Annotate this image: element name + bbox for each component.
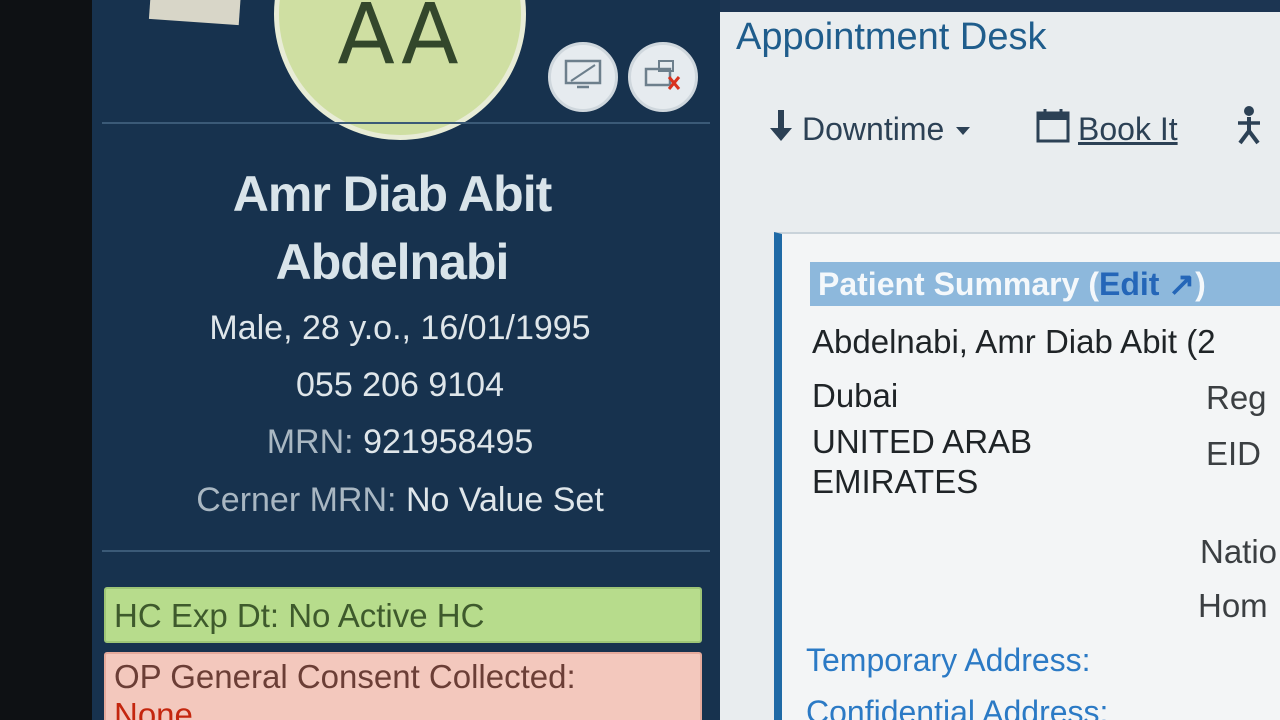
summary-country-line2: EMIRATES bbox=[812, 463, 979, 500]
disconnected-device-icon bbox=[643, 57, 683, 97]
patient-cerner-mrn: Cerner MRN: No Value Set bbox=[92, 480, 708, 520]
monitor-icon bbox=[563, 57, 603, 97]
consent-label: OP General Consent Collected: bbox=[114, 658, 576, 695]
downtime-label: Downtime bbox=[802, 110, 945, 147]
person-walking-icon bbox=[1232, 105, 1266, 153]
book-it-button[interactable]: Book It bbox=[1036, 106, 1178, 152]
monitor-button[interactable] bbox=[548, 42, 618, 112]
walk-in-button[interactable] bbox=[1232, 106, 1266, 152]
patient-summary-panel: Patient Summary (Edit ↗) Abdelnabi, Amr … bbox=[774, 232, 1280, 720]
calendar-icon bbox=[1036, 107, 1070, 151]
summary-country: UNITED ARAB EMIRATES bbox=[812, 422, 1032, 502]
confidential-address-link[interactable]: Confidential Address: bbox=[806, 694, 1108, 720]
page-title: Appointment Desk bbox=[736, 16, 1047, 58]
appointment-desk: Appointment Desk Downtime Book It Patien… bbox=[720, 0, 1280, 720]
hc-expiry-alert[interactable]: HC Exp Dt: No Active HC bbox=[104, 587, 702, 643]
edit-link[interactable]: Edit bbox=[1099, 266, 1159, 302]
patient-demographics: Male, 28 y.o., 16/01/1995 bbox=[209, 309, 591, 347]
patient-name-line1: Amr Diab Abit bbox=[232, 166, 553, 222]
consent-alert[interactable]: OP General Consent Collected: None bbox=[104, 652, 702, 720]
downtime-button[interactable]: Downtime bbox=[768, 106, 971, 152]
screen-bezel bbox=[0, 0, 92, 720]
divider bbox=[102, 122, 710, 124]
summary-patient-name: Abdelnabi, Amr Diab Abit (2 bbox=[812, 323, 1216, 360]
summary-home-label: Hom bbox=[1198, 587, 1268, 624]
avatar-initials: AA bbox=[337, 0, 463, 83]
mrn-label: MRN: bbox=[266, 423, 354, 461]
patient-mrn: MRN: 921958495 bbox=[92, 422, 708, 462]
external-link-icon: ↗ bbox=[1159, 266, 1196, 302]
cerner-mrn-label: Cerner MRN: bbox=[196, 481, 397, 519]
patient-summary-header: Patient Summary (Edit ↗) bbox=[810, 262, 1280, 306]
paper-note bbox=[148, 0, 242, 26]
mrn-value: 921958495 bbox=[363, 423, 534, 461]
top-bar bbox=[720, 0, 1280, 12]
patient-banner: AA Amr Diab Abit Abdelnabi Male, 28 y.o.… bbox=[92, 0, 720, 720]
summary-eid-label: EID bbox=[1206, 435, 1262, 472]
book-it-label: Book It bbox=[1078, 110, 1178, 147]
summary-city: Dubai bbox=[812, 377, 899, 414]
summary-reg-label: Reg bbox=[1206, 379, 1267, 416]
chevron-down-icon bbox=[956, 127, 971, 135]
summary-country-line1: UNITED ARAB bbox=[812, 423, 1033, 460]
disconnect-button[interactable] bbox=[628, 42, 698, 112]
patient-summary-close: ) bbox=[1195, 266, 1206, 302]
avatar: AA bbox=[274, 0, 526, 140]
patient-phone: 055 206 9104 bbox=[296, 366, 504, 404]
patient-name-line2: Abdelnabi bbox=[275, 234, 510, 290]
consent-value: None bbox=[114, 696, 193, 720]
patient-summary-title: Patient Summary ( bbox=[818, 266, 1099, 302]
temporary-address-link[interactable]: Temporary Address: bbox=[806, 642, 1091, 679]
divider bbox=[102, 550, 710, 552]
cerner-mrn-value: No Value Set bbox=[405, 481, 604, 519]
summary-nationality-label: Natio bbox=[1200, 533, 1278, 570]
arrow-down-icon bbox=[768, 108, 794, 150]
